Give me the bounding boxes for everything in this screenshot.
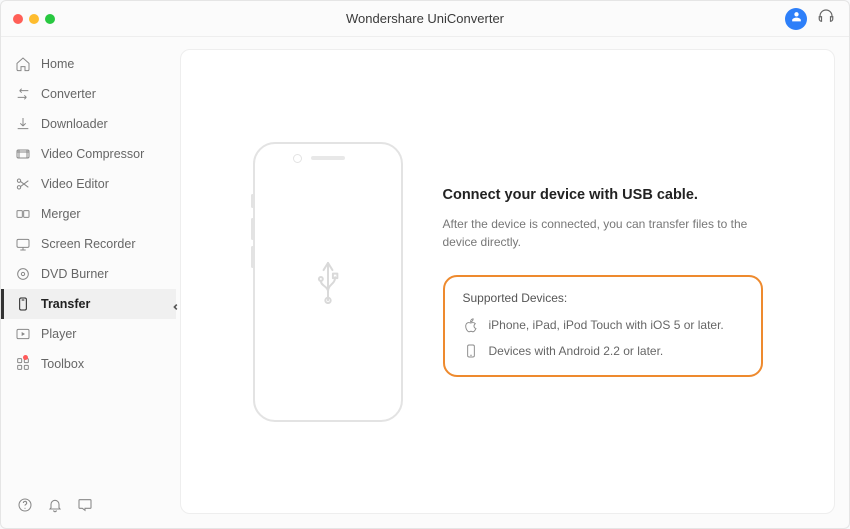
sidebar-collapse-button[interactable]	[170, 297, 182, 317]
headset-icon	[817, 12, 835, 29]
sidebar-item-label: Screen Recorder	[41, 237, 136, 251]
supported-devices-title: Supported Devices:	[463, 291, 743, 305]
bell-icon	[47, 500, 63, 517]
screen-recorder-icon	[15, 236, 31, 252]
sidebar-item-label: Merger	[41, 207, 81, 221]
phone-side-button	[251, 218, 254, 240]
help-icon	[17, 500, 33, 517]
sidebar-item-dvd-burner[interactable]: DVD Burner	[1, 259, 176, 289]
phone-side-button	[251, 194, 254, 208]
main-content: Connect your device with USB cable. Afte…	[176, 37, 849, 528]
sidebar-item-label: Home	[41, 57, 74, 71]
minimize-window-button[interactable]	[29, 14, 39, 24]
notifications-button[interactable]	[47, 497, 63, 518]
maximize-window-button[interactable]	[45, 14, 55, 24]
sidebar-item-screen-recorder[interactable]: Screen Recorder	[1, 229, 176, 259]
sidebar-item-label: Player	[41, 327, 76, 341]
app-window: Wondershare UniConverter Home	[0, 0, 850, 529]
connect-heading: Connect your device with USB cable.	[443, 187, 763, 203]
android-icon	[463, 343, 479, 359]
sidebar-item-video-compressor[interactable]: Video Compressor	[1, 139, 176, 169]
supported-devices-callout: Supported Devices: iPhone, iPad, iPod To…	[443, 275, 763, 377]
sidebar-item-player[interactable]: Player	[1, 319, 176, 349]
disc-icon	[15, 266, 31, 282]
help-button[interactable]	[17, 497, 33, 518]
titlebar-actions	[785, 7, 849, 30]
sidebar-item-label: Video Compressor	[41, 147, 144, 161]
apple-icon	[463, 317, 479, 333]
scissors-icon	[15, 176, 31, 192]
supported-device-row: iPhone, iPad, iPod Touch with iOS 5 or l…	[463, 317, 743, 333]
app-title: Wondershare UniConverter	[1, 11, 849, 26]
sidebar: Home Converter Downloader Video Compress…	[1, 37, 176, 528]
sidebar-item-converter[interactable]: Converter	[1, 79, 176, 109]
sidebar-item-label: Converter	[41, 87, 96, 101]
sidebar-item-toolbox[interactable]: Toolbox	[1, 349, 176, 379]
merger-icon	[15, 206, 31, 222]
sidebar-item-transfer[interactable]: Transfer	[1, 289, 176, 319]
chat-icon	[77, 500, 93, 517]
supported-device-text: Devices with Android 2.2 or later.	[489, 344, 664, 358]
transfer-panel: Connect your device with USB cable. Afte…	[180, 49, 835, 514]
phone-illustration	[253, 142, 403, 422]
transfer-icon	[15, 296, 31, 312]
home-icon	[15, 56, 31, 72]
support-button[interactable]	[817, 7, 835, 30]
sidebar-item-label: DVD Burner	[41, 267, 108, 281]
sidebar-item-label: Downloader	[41, 117, 108, 131]
sidebar-item-downloader[interactable]: Downloader	[1, 109, 176, 139]
supported-device-row: Devices with Android 2.2 or later.	[463, 343, 743, 359]
sidebar-footer	[1, 487, 176, 528]
titlebar: Wondershare UniConverter	[1, 1, 849, 37]
window-controls	[1, 14, 55, 24]
converter-icon	[15, 86, 31, 102]
sidebar-item-home[interactable]: Home	[1, 49, 176, 79]
supported-device-text: iPhone, iPad, iPod Touch with iOS 5 or l…	[489, 318, 724, 332]
sidebar-item-label: Toolbox	[41, 357, 84, 371]
app-body: Home Converter Downloader Video Compress…	[1, 37, 849, 528]
feedback-button[interactable]	[77, 497, 93, 518]
account-button[interactable]	[785, 8, 807, 30]
chevron-left-icon	[172, 298, 180, 316]
usb-icon	[310, 254, 346, 309]
transfer-info: Connect your device with USB cable. Afte…	[443, 187, 763, 377]
phone-side-button	[251, 246, 254, 268]
download-icon	[15, 116, 31, 132]
sidebar-item-label: Video Editor	[41, 177, 109, 191]
sidebar-nav: Home Converter Downloader Video Compress…	[1, 49, 176, 487]
connect-subheading: After the device is connected, you can t…	[443, 215, 763, 251]
sidebar-item-video-editor[interactable]: Video Editor	[1, 169, 176, 199]
play-icon	[15, 326, 31, 342]
user-icon	[790, 10, 803, 28]
compressor-icon	[15, 146, 31, 162]
sidebar-item-label: Transfer	[41, 297, 90, 311]
close-window-button[interactable]	[13, 14, 23, 24]
new-badge	[23, 355, 28, 360]
sidebar-item-merger[interactable]: Merger	[1, 199, 176, 229]
